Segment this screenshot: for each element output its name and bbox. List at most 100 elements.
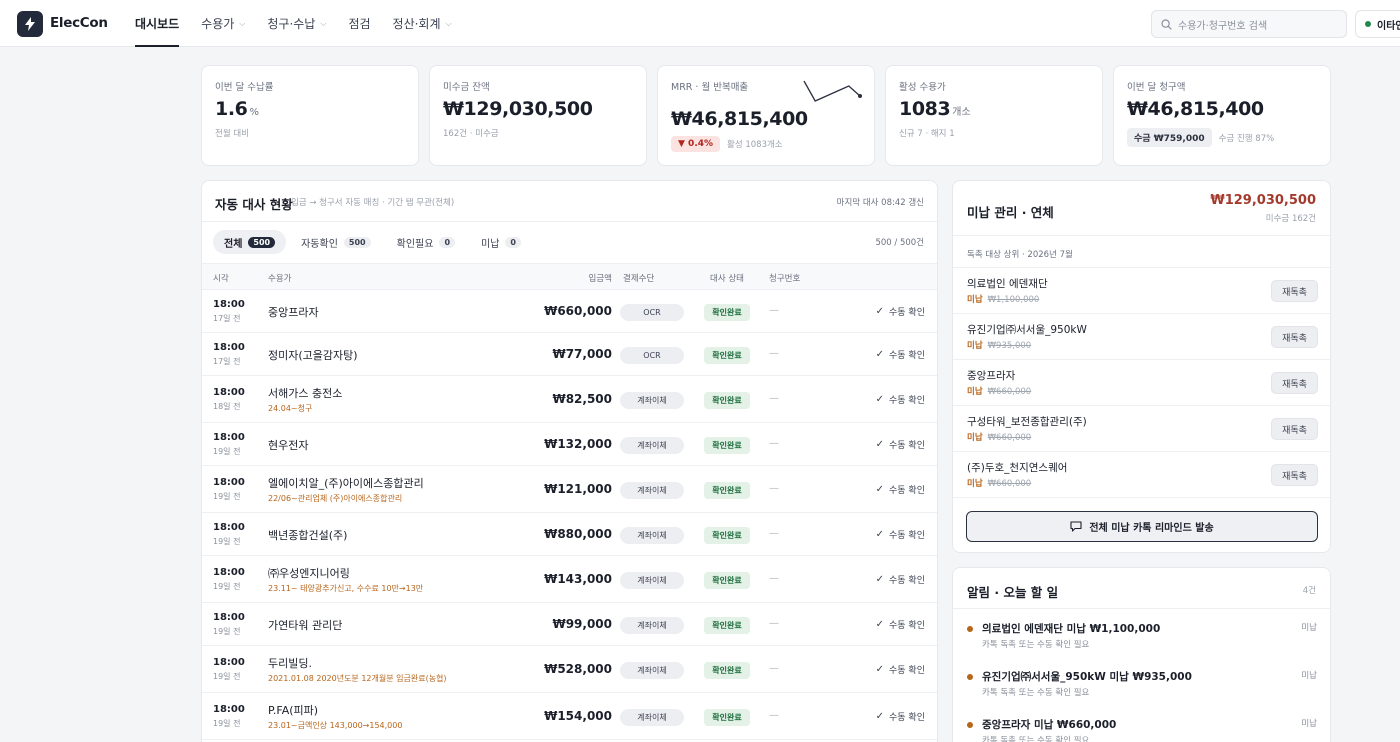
divider bbox=[953, 608, 1330, 609]
tab-auto-confirmed[interactable]: 자동확인 500 bbox=[290, 230, 382, 254]
bulk-remind-label: 전체 미납 카톡 리마인드 발송 bbox=[1089, 523, 1214, 534]
row-customer-name: ㈜우성엔지니어링 bbox=[268, 566, 350, 580]
row-amount: ₩528,000 bbox=[544, 661, 612, 676]
kpi-badge-row: 수금 ₩759,000 수금 진행 87% bbox=[1127, 128, 1274, 147]
alert-item[interactable]: 의료법인 에덴재단 미납 ₩1,100,000 카톡 독촉 또는 수동 확인 필요… bbox=[953, 620, 1330, 666]
divider bbox=[202, 221, 937, 222]
nav-dashboard[interactable]: 대시보드 bbox=[124, 0, 190, 47]
kpi-active-customers: 활성 수용가 1083 개소 신규 7 · 해지 1 bbox=[885, 65, 1103, 166]
alerts-count: 4건 bbox=[1302, 586, 1316, 596]
manual-confirm-button[interactable]: ✓ 수동 확인 bbox=[876, 438, 925, 451]
overdue-customer-name: 중앙프라자 bbox=[967, 370, 1016, 382]
row-customer-name: 서해가스 충전소 bbox=[268, 386, 343, 400]
search-placeholder: 수용가·청구번호 검색 bbox=[1178, 20, 1268, 32]
row-note: 23.11~ 태양광추가신고, 수수료 10만→13만 bbox=[268, 583, 424, 593]
manual-confirm-button[interactable]: ✓ 수동 확인 bbox=[876, 483, 925, 496]
bulk-remind-button[interactable]: 전체 미납 카톡 리마인드 발송 bbox=[966, 511, 1318, 542]
table-row[interactable]: 18:00 19일 전 엘에이치알_(주)아이에스종합관리 22/06~관리업체 (주… bbox=[202, 466, 937, 513]
row-customer-name: P.FA(피파) bbox=[268, 703, 319, 717]
row-invoice-number: — bbox=[769, 482, 779, 494]
kpi-label: 미수금 잔액 bbox=[443, 82, 490, 93]
col-method: 결제수단 bbox=[623, 274, 655, 284]
tab-label: 확인필요 bbox=[396, 238, 434, 250]
manual-confirm-label: 수동 확인 bbox=[889, 620, 925, 631]
row-note: 24.04~청구 bbox=[268, 403, 313, 413]
row-time: 18:00 bbox=[213, 341, 245, 353]
overdue-meta: 미납 ₩660,000 bbox=[967, 431, 1031, 443]
row-time: 18:00 bbox=[213, 298, 245, 310]
table-row[interactable]: 18:00 17일 전 정미자(고을감자탕) ₩77,000 OCR 확인완료 — ✓ 수동 확… bbox=[202, 333, 937, 376]
section-label: 독촉 대상 상위 · 2026년 7월 bbox=[967, 250, 1073, 260]
table-row[interactable]: 18:00 19일 전 현우전자 ₩132,000 계좌이체 확인완료 — ✓ 수동 확인 bbox=[202, 423, 937, 466]
table-header: 시각 수용가 입금액 결제수단 대사 상태 청구번호 bbox=[202, 263, 937, 290]
row-note: 22/06~관리업체 (주)아이에스종합관리 bbox=[268, 493, 403, 503]
kpi-number: 1.6 bbox=[215, 98, 248, 120]
user-menu[interactable]: 이타인 bbox=[1355, 10, 1400, 38]
overdue-total: ₩129,030,500 bbox=[1210, 193, 1316, 208]
re-remind-button[interactable]: 재독촉 bbox=[1271, 464, 1318, 486]
re-remind-button[interactable]: 재독촉 bbox=[1271, 372, 1318, 394]
check-icon: ✓ bbox=[875, 618, 885, 630]
nav-settlement[interactable]: 정산·회계 ⌵ bbox=[382, 0, 463, 47]
row-elapsed: 19일 전 bbox=[213, 491, 241, 501]
tab-label: 미납 bbox=[481, 238, 500, 250]
manual-confirm-button[interactable]: ✓ 수동 확인 bbox=[876, 305, 925, 318]
re-remind-button[interactable]: 재독촉 bbox=[1271, 418, 1318, 440]
app-logo[interactable] bbox=[17, 11, 43, 37]
row-invoice-number: — bbox=[769, 662, 779, 674]
manual-confirm-button[interactable]: ✓ 수동 확인 bbox=[876, 528, 925, 541]
alert-item[interactable]: 유진기업㈜서서울_950kW 미납 ₩935,000 카톡 독촉 또는 수동 확인… bbox=[953, 668, 1330, 714]
kpi-sub: 전월 대비 bbox=[215, 129, 249, 139]
search-input[interactable]: 수용가·청구번호 검색 bbox=[1151, 10, 1347, 38]
alert-subtext: 카톡 독촉 또는 수동 확인 필요 bbox=[982, 688, 1090, 698]
re-remind-button[interactable]: 재독촉 bbox=[1271, 280, 1318, 302]
kpi-number: 1083 bbox=[899, 98, 951, 120]
tab-all[interactable]: 전체 500 bbox=[213, 230, 287, 254]
row-invoice-number: — bbox=[769, 437, 779, 449]
row-time: 18:00 bbox=[213, 703, 245, 715]
overdue-item: 구성타워_보전종합관리(주) 미납 ₩660,000 재독촉 bbox=[953, 406, 1330, 452]
manual-confirm-button[interactable]: ✓ 수동 확인 bbox=[876, 393, 925, 406]
alert-tag: 미납 bbox=[1301, 623, 1317, 633]
tab-needs-review[interactable]: 확인필요 0 bbox=[386, 230, 466, 254]
table-row[interactable]: 18:00 17일 전 중앙프라자 ₩660,000 OCR 확인완료 — ✓ 수동 확인 bbox=[202, 290, 937, 333]
re-remind-button[interactable]: 재독촉 bbox=[1271, 326, 1318, 348]
kpi-unit: % bbox=[249, 107, 259, 118]
manual-confirm-button[interactable]: ✓ 수동 확인 bbox=[876, 573, 925, 586]
table-row[interactable]: 18:00 19일 전 가연타워 관리단 ₩99,000 계좌이체 확인완료 — ✓ 수동 확인 bbox=[202, 603, 937, 646]
row-amount: ₩154,000 bbox=[544, 708, 612, 723]
overdue-meta: 미납 ₩1,100,000 bbox=[967, 293, 1039, 305]
alert-dot bbox=[967, 626, 973, 632]
chevron-down-icon: ⌵ bbox=[445, 18, 452, 28]
overdue-amount: ₩660,000 bbox=[987, 479, 1032, 489]
nav-billing[interactable]: 청구·수납 ⌵ bbox=[256, 0, 337, 47]
manual-confirm-button[interactable]: ✓ 수동 확인 bbox=[876, 710, 925, 723]
row-elapsed: 19일 전 bbox=[213, 671, 241, 681]
table-row[interactable]: 18:00 18일 전 서해가스 충전소 24.04~청구 ₩82,500 계좌이체 확인완… bbox=[202, 376, 937, 423]
row-payment-method: 계좌이체 bbox=[620, 526, 684, 544]
row-time: 18:00 bbox=[213, 386, 245, 398]
table-row[interactable]: 18:00 19일 전 백년종합건설(주) ₩880,000 계좌이체 확인완료 — ✓ 수동 … bbox=[202, 513, 937, 556]
manual-confirm-button[interactable]: ✓ 수동 확인 bbox=[876, 618, 925, 631]
row-customer-name: 가연타워 관리단 bbox=[268, 618, 343, 632]
table-row[interactable]: 18:00 19일 전 두리빌딩. 2021.01.08 2020년도분 12개월분 … bbox=[202, 646, 937, 693]
nav-billing-label: 청구·수납 bbox=[267, 17, 316, 31]
manual-confirm-button[interactable]: ✓ 수동 확인 bbox=[876, 663, 925, 676]
col-amount: 입금액 bbox=[588, 274, 612, 284]
table-row[interactable]: 18:00 19일 전 ㈜우성엔지니어링 23.11~ 태양광추가신고, 수수료 10… bbox=[202, 556, 937, 603]
kpi-sub: 수금 진행 87% bbox=[1218, 133, 1275, 144]
nav-customers[interactable]: 수용가 ⌵ bbox=[190, 0, 256, 47]
manual-confirm-button[interactable]: ✓ 수동 확인 bbox=[876, 348, 925, 361]
panel-title: 자동 대사 현황 bbox=[215, 197, 293, 212]
nav-inspection[interactable]: 점검 bbox=[337, 0, 381, 47]
row-status-badge: 확인완료 bbox=[704, 708, 750, 726]
alert-item[interactable]: 중앙프라자 미납 ₩660,000 카톡 독촉 또는 수동 확인 필요 미납 bbox=[953, 716, 1330, 742]
kpi-unit: 개소 bbox=[952, 107, 971, 118]
row-status-badge: 확인완료 bbox=[704, 526, 750, 544]
row-customer-name: 정미자(고을감자탕) bbox=[268, 348, 358, 362]
manual-confirm-label: 수동 확인 bbox=[889, 307, 925, 318]
table-row[interactable]: 18:00 19일 전 P.FA(피파) 23.01~금액인상 143,000→154… bbox=[202, 693, 937, 740]
tab-unpaid[interactable]: 미납 0 bbox=[470, 230, 532, 254]
chevron-down-icon: ⌵ bbox=[239, 18, 246, 28]
kpi-badge-row: ▼ 0.4% 활성 1083개소 bbox=[671, 136, 783, 152]
